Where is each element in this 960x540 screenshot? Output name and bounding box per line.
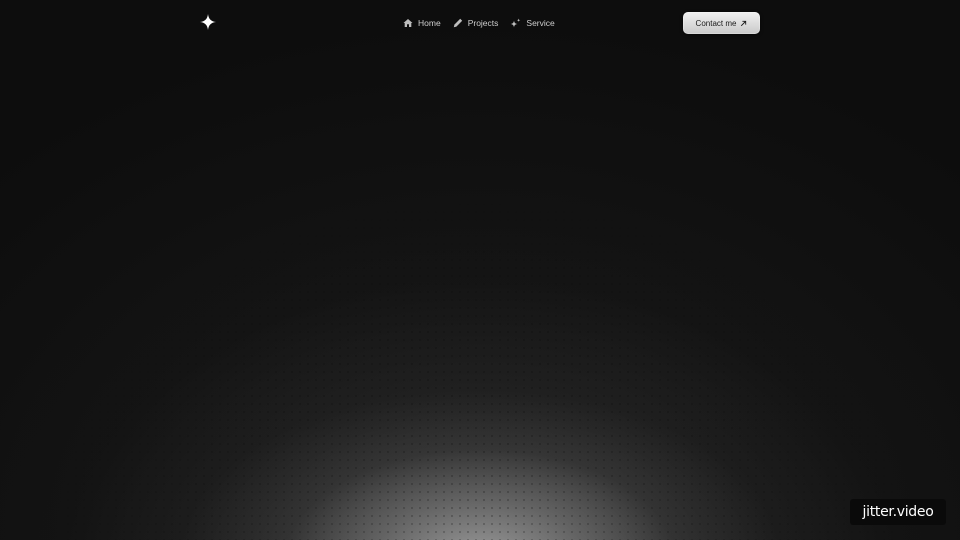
pencil-icon <box>453 18 462 28</box>
arrow-up-right-icon <box>741 20 747 26</box>
logo-star-icon[interactable] <box>200 14 216 30</box>
nav-item-service[interactable]: Service <box>510 18 555 29</box>
nav-item-home[interactable]: Home <box>403 18 441 28</box>
main-nav: Home Projects Service <box>403 16 555 30</box>
watermark-text: jitter.video <box>862 504 934 520</box>
contact-button[interactable]: Contact me <box>683 12 760 34</box>
four-point-star-icon <box>200 14 216 30</box>
sparkles-icon <box>510 18 521 27</box>
hero-stage: Home Projects Service Contact me jitter.… <box>0 0 960 540</box>
nav-item-label: Projects <box>467 18 499 28</box>
contact-button-label: Contact me <box>695 18 737 28</box>
home-icon <box>403 19 413 27</box>
dot-grid-texture <box>0 0 960 540</box>
watermark-badge: jitter.video <box>850 499 946 525</box>
nav-item-label: Service <box>526 18 555 28</box>
nav-item-label: Home <box>418 18 441 28</box>
nav-item-projects[interactable]: Projects <box>453 18 499 28</box>
